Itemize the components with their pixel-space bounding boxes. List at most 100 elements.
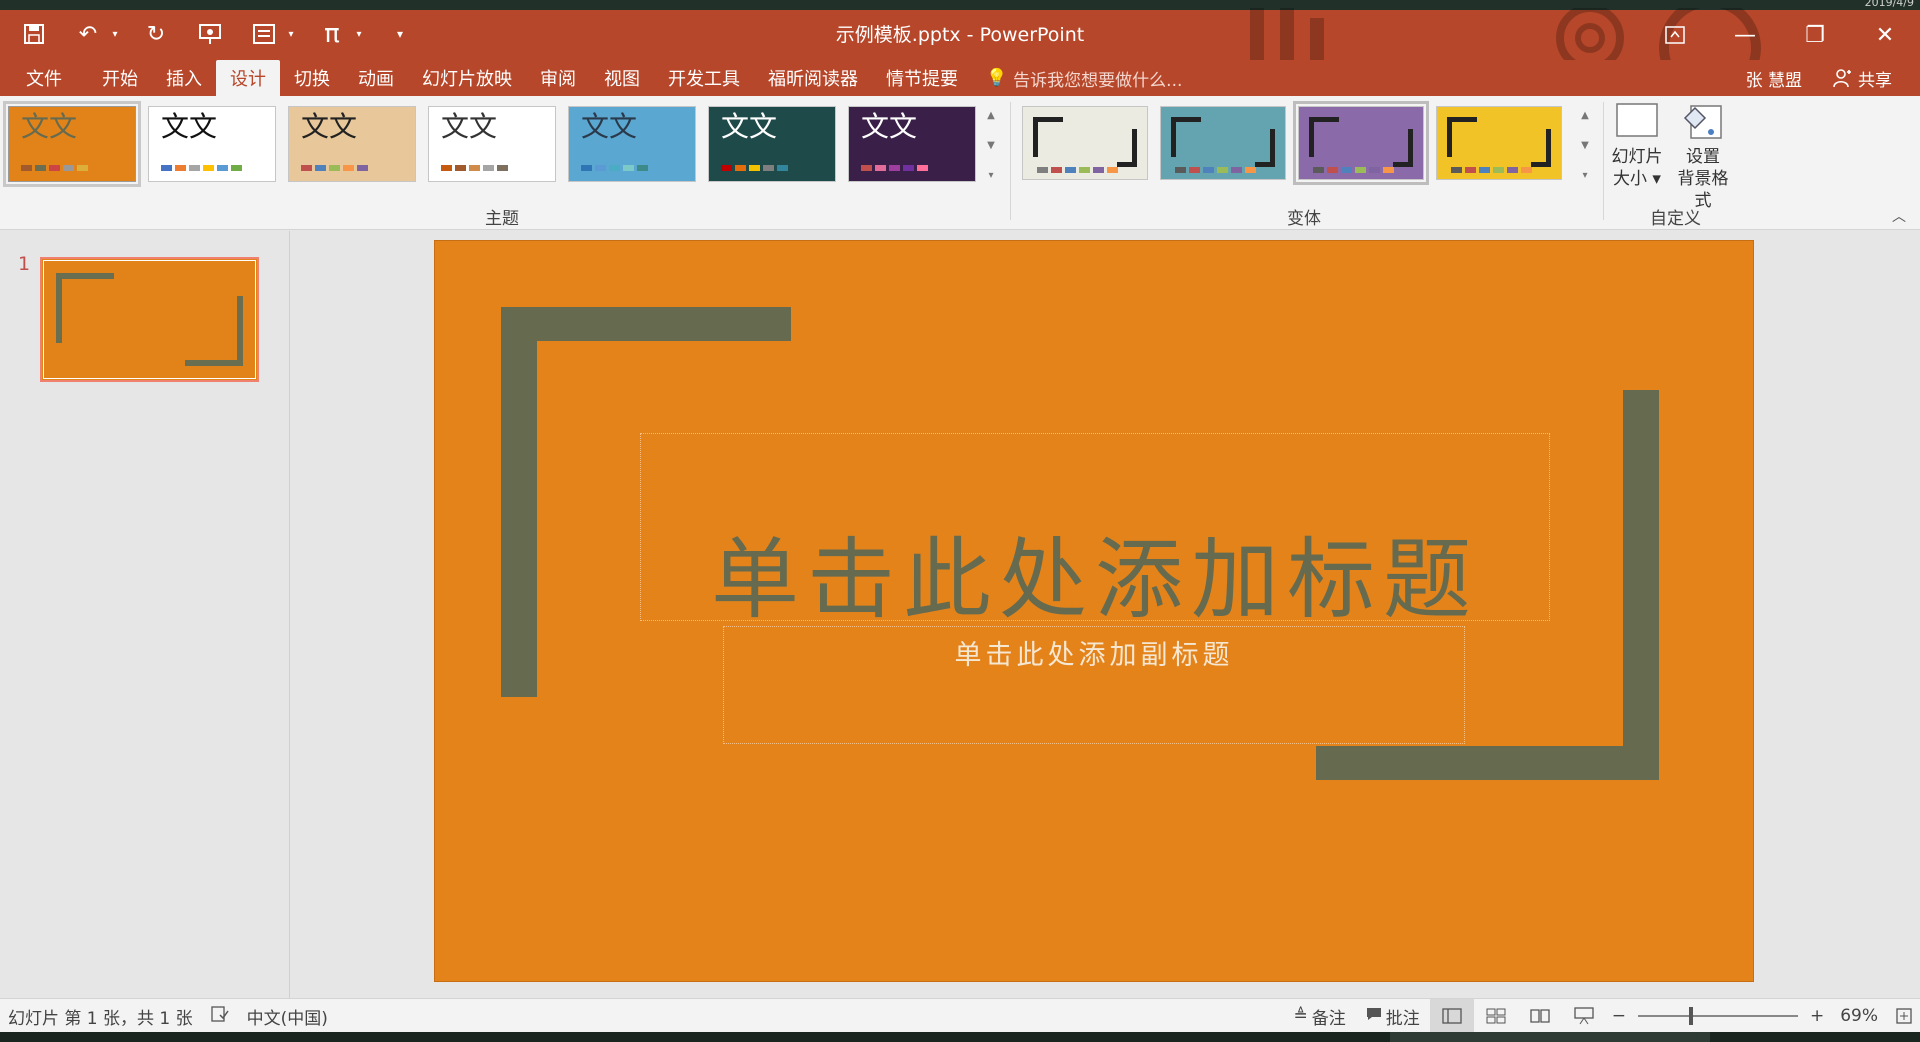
tab-slideshow[interactable]: 幻灯片放映	[408, 60, 526, 96]
spellcheck-icon[interactable]	[211, 1005, 229, 1027]
slide-size-label-2: 大小 ▾	[1613, 169, 1661, 189]
thumb-bottom-right-bracket	[185, 296, 243, 366]
group-separator	[1010, 102, 1011, 220]
slide-editor: 单击此处添加标题 单击此处添加副标题	[291, 231, 1920, 998]
tab-developer[interactable]: 开发工具	[654, 60, 754, 96]
variant-yellow[interactable]	[1436, 106, 1562, 180]
language-indicator[interactable]: 中文(中国)	[247, 1004, 328, 1029]
theme-color-swatches	[581, 165, 648, 171]
theme-office[interactable]: 文文	[148, 106, 276, 182]
format-background-icon	[1683, 105, 1722, 139]
variant-purple[interactable]	[1293, 101, 1429, 185]
tab-home[interactable]: 开始	[88, 60, 152, 96]
normal-view-icon[interactable]	[1429, 999, 1474, 1033]
slide-size-label-1: 幻灯片	[1611, 147, 1663, 167]
tab-insert[interactable]: 插入	[152, 60, 216, 96]
notes-icon: ≜	[1293, 1006, 1308, 1026]
theme-sample-text: 文文	[721, 110, 778, 143]
slide-size-icon	[1616, 103, 1658, 137]
zoom-out-button[interactable]: −	[1606, 999, 1632, 1033]
variant-bracket	[1531, 129, 1551, 167]
scroll-down-icon[interactable]: ▼	[982, 132, 1000, 158]
slide-info[interactable]: 幻灯片 第 1 张，共 1 张	[8, 1004, 193, 1029]
tab-storyboarding[interactable]: 情节提要	[872, 60, 972, 96]
zoom-slider-thumb[interactable]	[1689, 1007, 1694, 1025]
variant-beige[interactable]	[1022, 106, 1148, 180]
theme-sample-text: 文文	[21, 110, 78, 143]
notes-button[interactable]: ≜ 备注	[1283, 999, 1355, 1033]
variant-bracket	[1117, 129, 1137, 167]
notes-label: 备注	[1311, 1008, 1346, 1029]
ribbon-display-options-icon[interactable]	[1640, 10, 1710, 60]
reading-view-icon[interactable]	[1518, 999, 1562, 1033]
os-taskbar	[0, 1032, 1920, 1042]
tab-file[interactable]: 文件	[0, 60, 88, 96]
powerpoint-window: 2019/4/9 ↶ ▾ ↻ ▾ π ▾ ▾ 示例模板.pptx - Power…	[0, 0, 1920, 1042]
ribbon-tabs: 文件 开始 插入 设计 切换 动画 幻灯片放映 审阅 视图 开发工具 福昕阅读器…	[0, 60, 1182, 96]
tab-foxit-reader[interactable]: 福昕阅读器	[754, 60, 872, 96]
title-placeholder[interactable]: 单击此处添加标题	[640, 433, 1550, 631]
variant-bracket	[1033, 117, 1063, 157]
tab-transitions[interactable]: 切换	[280, 60, 344, 96]
variant-color-swatches	[1175, 167, 1256, 173]
slideshow-view-icon[interactable]	[1562, 999, 1606, 1033]
zoom-slider[interactable]	[1637, 1007, 1798, 1025]
more-variants-icon[interactable]: ▾	[1576, 162, 1594, 188]
zoom-level[interactable]: 69%	[1830, 999, 1888, 1033]
themes-group-label: 主题	[485, 209, 519, 229]
variant-teal[interactable]	[1160, 106, 1286, 180]
slide-size-button[interactable]: 幻灯片 大小 ▾	[1604, 102, 1670, 190]
design-ribbon: 文文 文文 文文 文文 文文 文文 文文 ▲ ▼ ▾ 主题 ▲ ▼ ▾ 变体 幻灯片 大小 …	[0, 96, 1920, 230]
top-left-bracket-horizontal	[501, 307, 791, 341]
format-background-button[interactable]: 设置 背景格式	[1670, 102, 1736, 212]
theme-color-swatches	[721, 165, 788, 171]
theme-teal-dark[interactable]: 文文	[708, 106, 836, 182]
title-bar: 2019/4/9 ↶ ▾ ↻ ▾ π ▾ ▾ 示例模板.pptx - Power…	[0, 0, 1920, 60]
subtitle-placeholder[interactable]: 单击此处添加副标题	[723, 626, 1465, 744]
tab-view[interactable]: 视图	[590, 60, 654, 96]
share-button[interactable]: 共享	[1832, 60, 1892, 96]
theme-wood[interactable]: 文文	[288, 106, 416, 182]
collapse-ribbon-icon[interactable]: ︿	[1892, 206, 1906, 226]
tab-design[interactable]: 设计	[216, 60, 280, 96]
tab-animations[interactable]: 动画	[344, 60, 408, 96]
lightbulb-icon: 💡	[986, 68, 1008, 88]
minimize-icon[interactable]: —	[1710, 10, 1780, 60]
theme-blue-pattern[interactable]: 文文	[568, 106, 696, 182]
slide-thumbnail[interactable]	[40, 257, 259, 382]
restore-icon[interactable]: ❐	[1780, 10, 1850, 60]
share-label: 共享	[1858, 70, 1892, 91]
slide-thumbnail-pane: 1	[0, 231, 290, 998]
comments-label: 批注	[1385, 1008, 1420, 1029]
customize-group-label: 自定义	[1650, 209, 1701, 229]
taskbar-item[interactable]	[1390, 1032, 1710, 1042]
tab-review[interactable]: 审阅	[526, 60, 590, 96]
comments-button[interactable]: 批注	[1356, 999, 1430, 1033]
variant-bracket	[1393, 129, 1413, 167]
variant-scroll-down-icon[interactable]: ▼	[1576, 132, 1594, 158]
theme-white-orange[interactable]: 文文	[428, 106, 556, 182]
top-left-bracket-vertical	[501, 307, 537, 697]
thumb-top-left-bracket	[56, 273, 114, 343]
more-themes-icon[interactable]: ▾	[982, 162, 1000, 188]
zoom-in-button[interactable]: +	[1804, 999, 1830, 1033]
variant-scroll-up-icon[interactable]: ▲	[1576, 102, 1594, 128]
theme-sample-text: 文文	[581, 110, 638, 143]
slide-canvas[interactable]: 单击此处添加标题 单击此处添加副标题	[434, 240, 1754, 982]
theme-purple-dark[interactable]: 文文	[848, 106, 976, 182]
scroll-up-icon[interactable]: ▲	[982, 102, 1000, 128]
close-icon[interactable]: ✕	[1850, 10, 1920, 60]
fit-to-window-icon[interactable]	[1888, 999, 1920, 1033]
theme-orange[interactable]: 文文	[3, 101, 141, 187]
slide-sorter-icon[interactable]	[1474, 999, 1518, 1033]
bottom-right-bracket-vertical	[1623, 390, 1659, 780]
window-controls: — ❐ ✕	[1640, 10, 1920, 60]
variant-bracket	[1309, 117, 1339, 157]
theme-sample-text: 文文	[301, 110, 358, 143]
user-account[interactable]: 张 慧盟	[1746, 60, 1802, 96]
variant-bracket	[1255, 129, 1275, 167]
variant-bracket	[1447, 117, 1477, 157]
variant-bracket	[1171, 117, 1201, 157]
subtitle-text: 单击此处添加副标题	[954, 640, 1234, 671]
tell-me-box[interactable]: 💡 告诉我您想要做什么...	[986, 60, 1182, 96]
